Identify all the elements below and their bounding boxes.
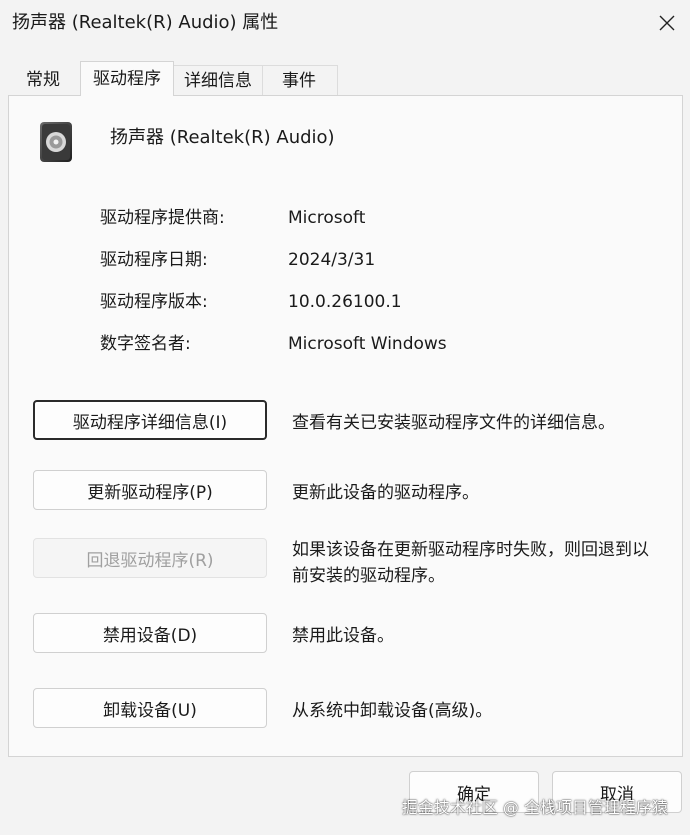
speaker-device-icon bbox=[40, 122, 72, 162]
tab-strip: 常规 驱动程序 详细信息 事件 bbox=[8, 61, 682, 96]
update-driver-description: 更新此设备的驱动程序。 bbox=[292, 483, 479, 503]
provider-label: 驱动程序提供商: bbox=[100, 208, 225, 228]
provider-value: Microsoft bbox=[288, 208, 366, 228]
date-value: 2024/3/31 bbox=[288, 250, 376, 270]
watermark: 掘金技术社区 @ 全栈项目管理程序猿 bbox=[401, 798, 668, 817]
tab-driver[interactable]: 驱动程序 bbox=[80, 61, 174, 96]
version-label: 驱动程序版本: bbox=[100, 292, 208, 312]
tab-general[interactable]: 常规 bbox=[12, 65, 74, 95]
disable-device-button[interactable]: 禁用设备(D) bbox=[33, 613, 267, 653]
close-icon bbox=[659, 15, 675, 31]
rollback-driver-button: 回退驱动程序(R) bbox=[33, 538, 267, 578]
driver-details-button[interactable]: 驱动程序详细信息(I) bbox=[33, 400, 267, 440]
close-button[interactable] bbox=[644, 0, 690, 46]
window-title: 扬声器 (Realtek(R) Audio) 属性 bbox=[12, 12, 279, 33]
version-value: 10.0.26100.1 bbox=[288, 292, 402, 312]
uninstall-device-description: 从系统中卸载设备(高级)。 bbox=[292, 701, 493, 721]
title-bar: 扬声器 (Realtek(R) Audio) 属性 bbox=[0, 0, 690, 48]
properties-dialog: 扬声器 (Realtek(R) Audio) 属性 常规 驱动程序 详细信息 事… bbox=[0, 0, 690, 835]
rollback-driver-description: 如果该设备在更新驱动程序时失败，则回退到以前安装的驱动程序。 bbox=[292, 540, 649, 586]
driver-details-description: 查看有关已安装驱动程序文件的详细信息。 bbox=[292, 413, 615, 433]
date-label: 驱动程序日期: bbox=[100, 250, 208, 270]
tab-events[interactable]: 事件 bbox=[261, 65, 338, 96]
disable-device-description: 禁用此设备。 bbox=[292, 626, 394, 646]
update-driver-button[interactable]: 更新驱动程序(P) bbox=[33, 470, 267, 510]
uninstall-device-button[interactable]: 卸载设备(U) bbox=[33, 688, 267, 728]
tab-details[interactable]: 详细信息 bbox=[173, 65, 263, 96]
signer-value: Microsoft Windows bbox=[288, 334, 447, 354]
device-name: 扬声器 (Realtek(R) Audio) bbox=[110, 127, 335, 148]
signer-label: 数字签名者: bbox=[100, 334, 191, 354]
